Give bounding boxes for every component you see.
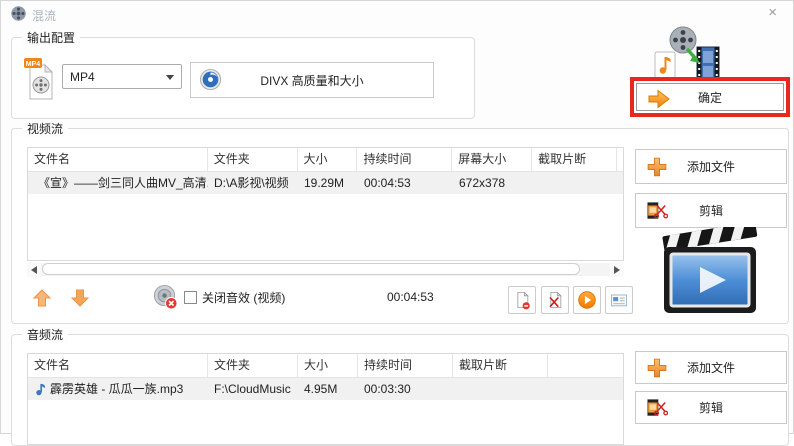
- play-button[interactable]: [573, 286, 601, 314]
- mute-checkbox[interactable]: [184, 291, 197, 304]
- scrollbar-thumb[interactable]: [42, 263, 580, 275]
- profile-button-label: DIVX 高质量和大小: [260, 72, 363, 89]
- chevron-down-icon: [166, 75, 174, 80]
- properties-button[interactable]: [605, 286, 633, 314]
- video-total-duration: 00:04:53: [387, 290, 434, 304]
- properties-icon: [609, 290, 629, 310]
- audio-file-table: 文件名 文件夹 大小 持续时间 截取片断 霹雳英雄 - 瓜瓜一族.mp3 F:\…: [27, 353, 624, 445]
- audio-edit-button[interactable]: 剪辑: [635, 391, 787, 424]
- delete-all-button[interactable]: [541, 286, 569, 314]
- audio-edit-label: 剪辑: [699, 399, 723, 416]
- scroll-right-icon[interactable]: [610, 262, 624, 277]
- clip-scissors-icon: [646, 200, 668, 222]
- header-duration[interactable]: 持续时间: [358, 354, 453, 377]
- ok-annotation-box: 确定: [630, 77, 790, 117]
- mute-checkbox-label: 关闭音效 (视频): [202, 289, 285, 306]
- move-up-icon[interactable]: [32, 288, 52, 308]
- video-table-row[interactable]: 《宣》——剑三同人曲MV_高清... D:\A影视\视频 19.29M 00:0…: [28, 172, 623, 194]
- header-screen[interactable]: 屏幕大小: [452, 148, 532, 171]
- mute-speaker-icon: [152, 284, 179, 311]
- video-edit-button[interactable]: 剪辑: [635, 193, 787, 228]
- plus-icon: [646, 357, 668, 379]
- ok-button-label: 确定: [698, 89, 722, 106]
- video-edit-label: 剪辑: [699, 202, 723, 219]
- clip-scissors-icon: [646, 397, 668, 419]
- output-config-label: 输出配置: [22, 29, 80, 46]
- ok-button[interactable]: 确定: [636, 83, 784, 111]
- ok-arrow-icon: [647, 88, 671, 110]
- header-clip[interactable]: 截取片断: [532, 148, 617, 171]
- audio-table-row[interactable]: 霹雳英雄 - 瓜瓜一族.mp3 F:\CloudMusic 4.95M 00:0…: [28, 378, 623, 400]
- header-size[interactable]: 大小: [298, 354, 358, 377]
- video-row-folder: D:\A影视\视频: [208, 172, 298, 194]
- header-clip[interactable]: 截取片断: [453, 354, 548, 377]
- audio-row-folder: F:\CloudMusic: [208, 378, 298, 400]
- header-size[interactable]: 大小: [298, 148, 358, 171]
- mux-dialog: 混流 × 输出配置 MP4 MP4 DIVX 高质量和大小: [0, 0, 794, 434]
- delete-file-icon: [545, 290, 565, 310]
- profile-button[interactable]: DIVX 高质量和大小: [190, 62, 434, 98]
- audio-row-clip: [453, 378, 548, 400]
- audio-stream-group: 音频流 文件名 文件夹 大小 持续时间 截取片断 霹雳英雄 - 瓜瓜一族.mp3: [11, 334, 789, 446]
- format-select-value: MP4: [70, 70, 95, 84]
- video-row-clip: [533, 172, 618, 194]
- format-select[interactable]: MP4: [62, 64, 182, 89]
- output-config-group: 输出配置 MP4 MP4 DIVX 高质量和大小: [11, 37, 475, 119]
- play-icon: [577, 290, 597, 310]
- header-filler: [548, 354, 623, 377]
- header-filler: [617, 148, 623, 171]
- audio-stream-label: 音频流: [22, 326, 68, 343]
- header-filename[interactable]: 文件名: [28, 354, 208, 377]
- audio-add-file-label: 添加文件: [687, 359, 735, 376]
- audio-row-name: 霹雳英雄 - 瓜瓜一族.mp3: [50, 378, 183, 400]
- title-bar: 混流 ×: [1, 1, 793, 25]
- scrollbar-track[interactable]: [41, 263, 610, 276]
- video-table-header: 文件名 文件夹 大小 持续时间 屏幕大小 截取片断: [28, 148, 623, 172]
- audio-add-file-button[interactable]: 添加文件: [635, 351, 787, 384]
- video-add-file-label: 添加文件: [687, 158, 735, 175]
- move-down-icon[interactable]: [70, 288, 90, 308]
- video-row-screen: 672x378: [453, 172, 533, 194]
- mux-media-icon: [649, 25, 725, 83]
- scroll-left-icon[interactable]: [27, 262, 41, 277]
- plus-icon: [646, 156, 668, 178]
- music-note-icon: [34, 383, 46, 396]
- film-reel-icon: [10, 5, 27, 22]
- video-toolbar: 关闭音效 (视频) 00:04:53: [12, 284, 632, 320]
- header-filename[interactable]: 文件名: [28, 148, 208, 171]
- mp4-file-icon: MP4: [24, 58, 56, 100]
- video-file-table: 文件名 文件夹 大小 持续时间 屏幕大小 截取片断 《宣》——剑三同人曲MV_高…: [27, 147, 624, 261]
- video-row-name: 《宣》——剑三同人曲MV_高清...: [38, 172, 208, 194]
- codec-gear-icon: [199, 68, 222, 91]
- audio-row-size: 4.95M: [298, 378, 358, 400]
- video-stream-group: 视频流 文件名 文件夹 大小 持续时间 屏幕大小 截取片断 《宣》——剑: [11, 128, 789, 324]
- video-row-size: 19.29M: [298, 172, 358, 194]
- header-folder[interactable]: 文件夹: [208, 354, 298, 377]
- video-table-hscrollbar[interactable]: [27, 262, 624, 277]
- header-folder[interactable]: 文件夹: [208, 148, 298, 171]
- mp4-badge-text: MP4: [26, 61, 41, 68]
- remove-file-button[interactable]: [508, 286, 536, 314]
- header-duration[interactable]: 持续时间: [357, 148, 452, 171]
- remove-file-icon: [512, 290, 532, 310]
- video-stream-label: 视频流: [22, 120, 68, 137]
- audio-row-duration: 00:03:30: [358, 378, 453, 400]
- video-row-duration: 00:04:53: [358, 172, 453, 194]
- clapperboard-icon: [662, 227, 762, 317]
- video-add-file-button[interactable]: 添加文件: [635, 149, 787, 184]
- window-title: 混流: [32, 7, 56, 24]
- audio-table-header: 文件名 文件夹 大小 持续时间 截取片断: [28, 354, 623, 378]
- close-icon[interactable]: ×: [768, 5, 777, 20]
